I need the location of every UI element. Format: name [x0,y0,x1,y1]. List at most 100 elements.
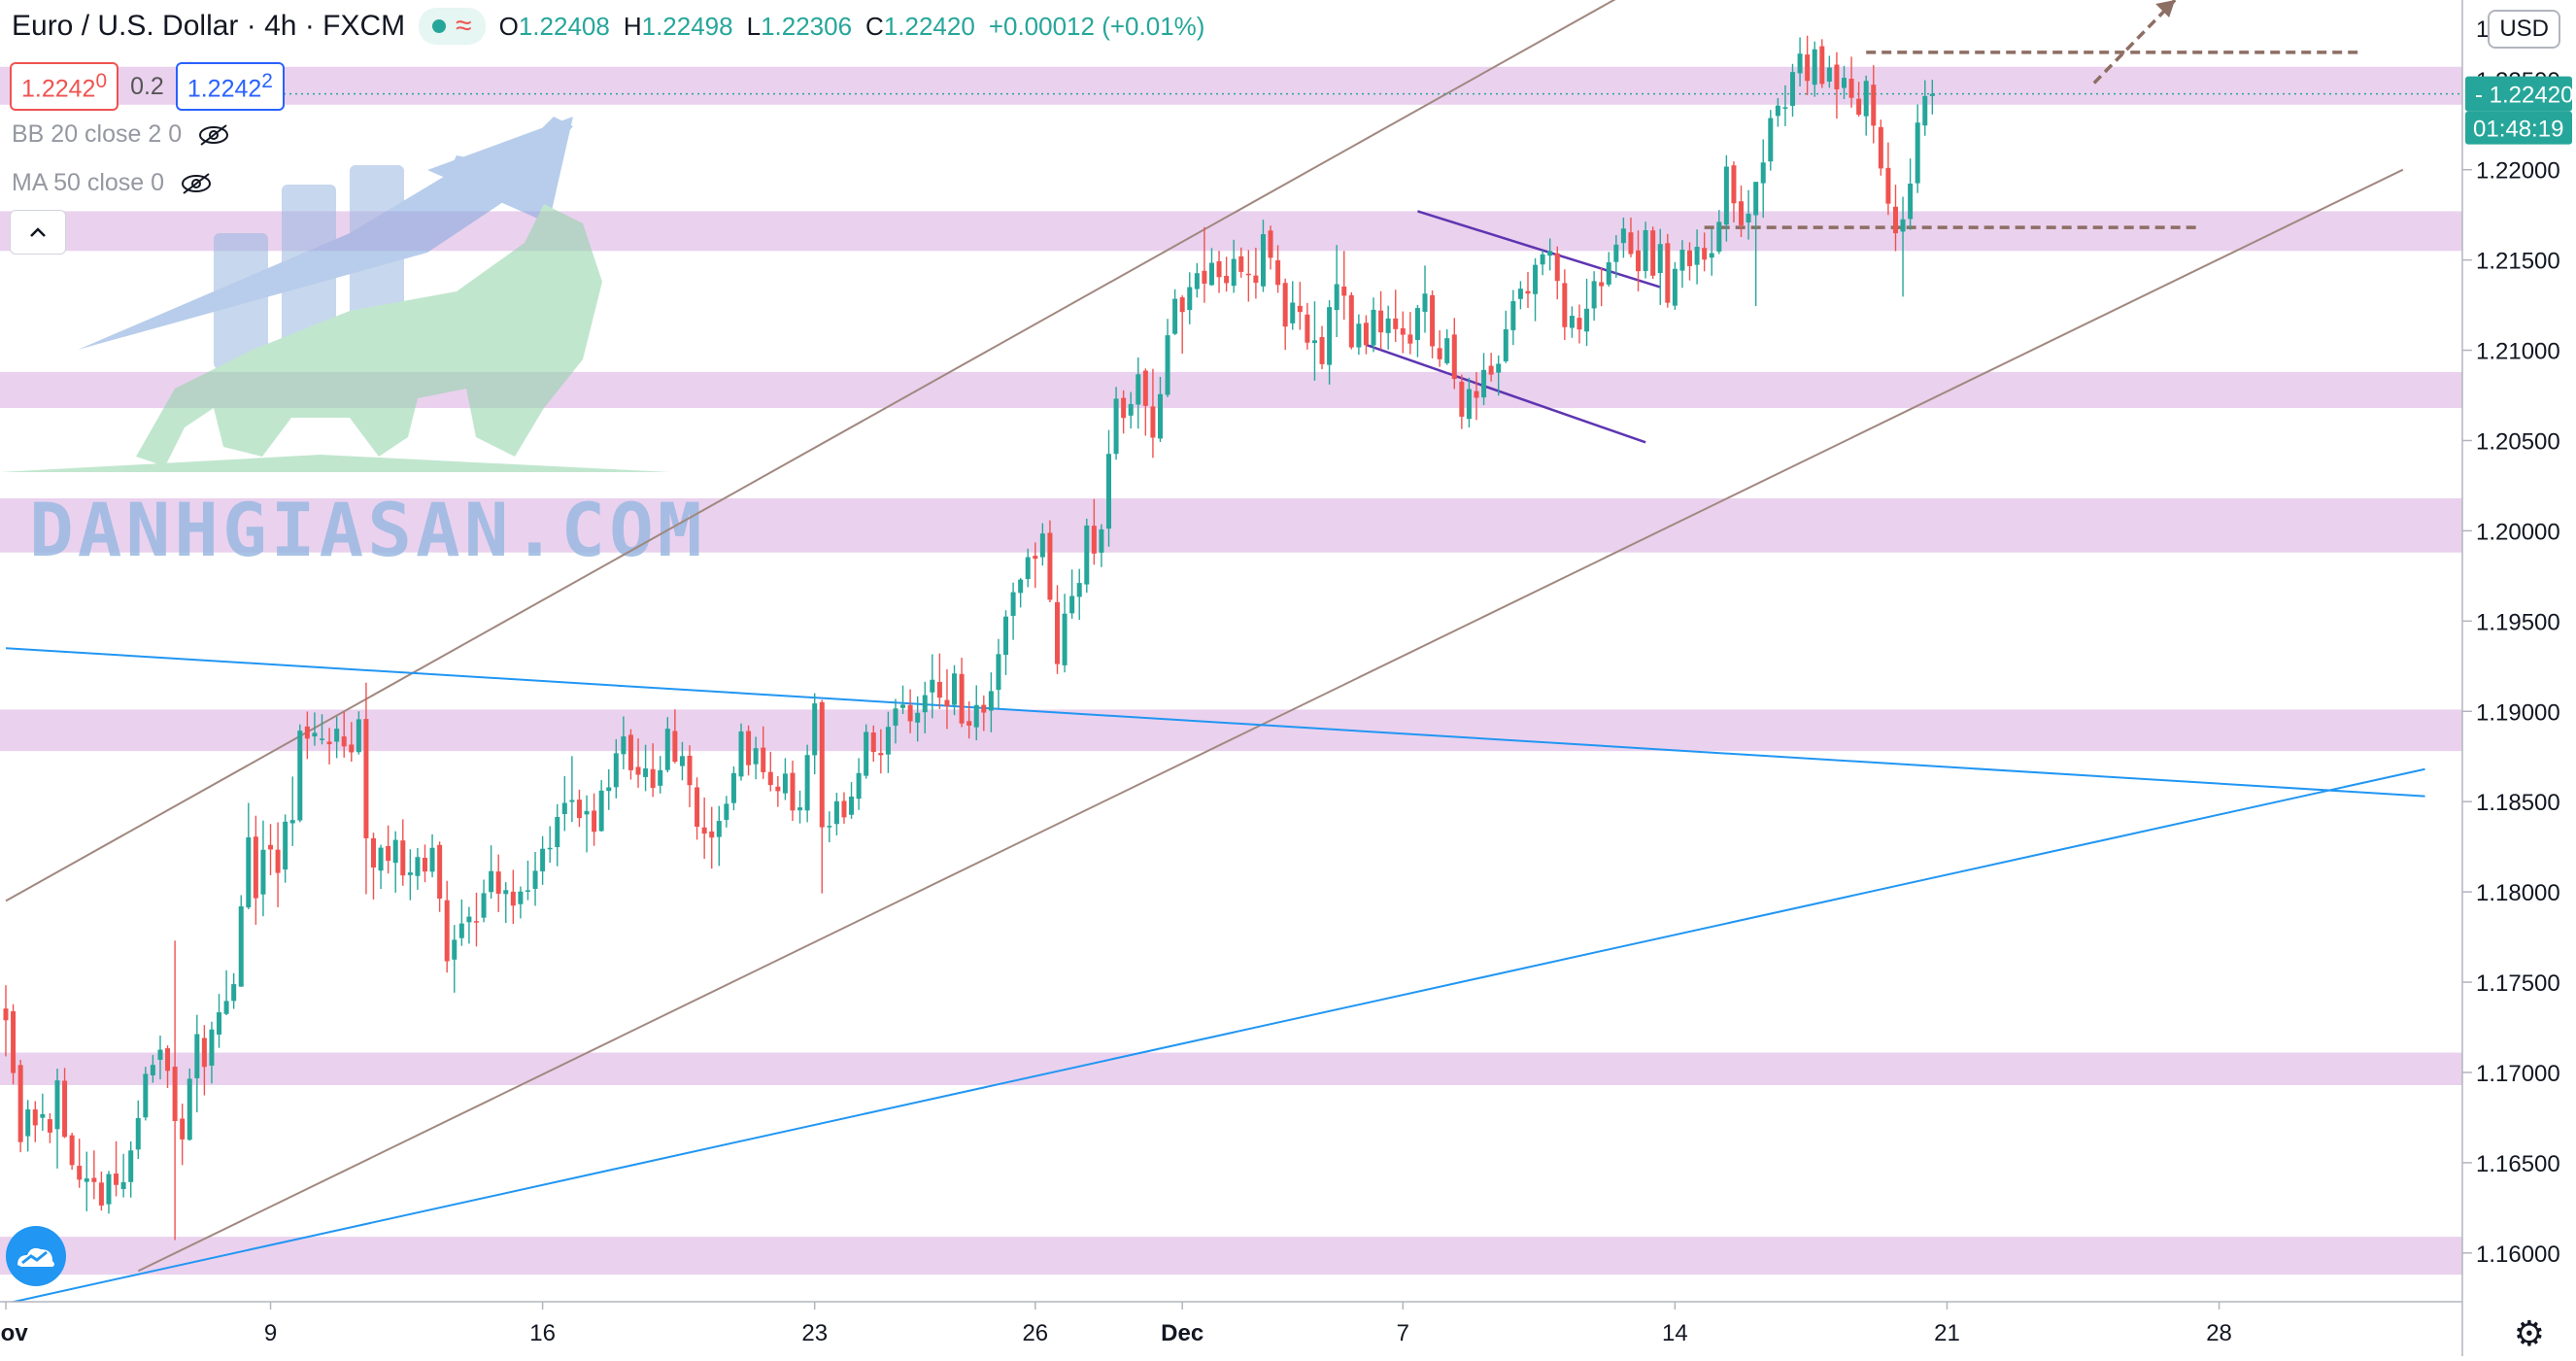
candle-body [320,738,325,740]
candle-body [981,704,987,713]
candle-body [532,870,538,889]
candle-body [1760,162,1766,184]
indicator-row-bb[interactable]: BB 20 close 2 0 [12,120,230,149]
candle-body [1687,250,1693,266]
candle-body [738,731,744,777]
candle-body [253,836,258,899]
candle-body [1106,454,1111,529]
symbol-legend[interactable]: Euro / U.S. Dollar · 4h · FXCM ≈ O1.2240… [12,8,1204,45]
candle-body [1172,298,1178,334]
candle-body [1863,81,1869,117]
candle-body [730,772,736,803]
candle-body [135,1117,141,1150]
candle-body [150,1065,155,1075]
price-chart[interactable]: DANHGIASAN.COM 1.16000 1.16500 1.17000 1.17… [0,0,2576,1356]
candle-body [209,1029,215,1066]
candle-body [973,704,979,728]
sell-price-button[interactable]: 1.22420 [10,62,119,112]
candle-body [17,1065,23,1142]
candle-body [1856,98,1862,116]
candle-body [194,1034,200,1078]
currency-selector[interactable]: USD [2488,10,2560,49]
candle-body [1636,250,1642,272]
buy-price-button[interactable]: 1.22422 [175,62,285,112]
candle-body [260,849,266,895]
candle-body [790,772,796,811]
ohlc-low: L1.22306 [746,11,853,41]
collapse-legend-button[interactable] [10,210,66,255]
candle-body [1202,270,1207,284]
candle-body [1451,334,1457,380]
candle-body [833,800,839,825]
candle-body [907,704,913,722]
candle-body [767,771,773,786]
trade-price-boxes: 1.22420 0.2 1.22422 [10,62,285,112]
price-tick-label: 1.19500 [2476,609,2560,635]
candle-body [695,787,700,828]
candle-body [1084,526,1090,585]
candle-body [1003,616,1009,656]
candle-body [1753,182,1759,216]
candle [11,1004,17,1085]
candle-body [930,679,935,693]
candle-body [1187,287,1193,311]
candle-body [841,800,847,818]
sr-zone-6 [0,1237,2462,1276]
candle-body [1466,389,1472,420]
candle-body [592,810,597,833]
symbol-title[interactable]: Euro / U.S. Dollar · 4h · FXCM [12,10,405,43]
candle-body [1341,286,1347,296]
exchange-label: FXCM [322,10,406,42]
candle-body [1790,72,1796,106]
candle-body [922,695,928,713]
candle-body [54,1080,60,1130]
candle-body [32,1109,38,1126]
candle-body [473,921,479,923]
candle-body [1047,532,1053,600]
ohlc-change: +0.00012 (+0.01%) [988,11,1205,41]
candle-body [1878,126,1883,169]
candle-body [503,890,509,895]
candle-body [650,768,656,789]
candle-body [1311,340,1317,344]
candle-body [1915,122,1920,184]
candle-body [1039,533,1045,558]
candle [864,724,869,779]
candle-body [1834,64,1840,89]
candle-body [812,703,818,756]
price-tick-label: 1.16000 [2476,1242,2560,1268]
candle-body [1282,283,1288,327]
candle-body [1208,262,1214,286]
candle-body [870,732,876,753]
ohlc-open: O1.22408 [498,11,610,41]
candle-body [1547,251,1553,256]
candle-body [1378,310,1384,333]
candle-body [1782,107,1788,109]
hidden-eye-icon[interactable] [197,123,230,147]
market-status-pill[interactable]: ≈ [419,8,486,45]
tradingview-logo[interactable] [6,1226,66,1286]
candle-body [510,891,516,906]
candle-body [466,916,472,923]
candle-body [1576,318,1582,330]
candle-body [996,654,1001,691]
candle-body [849,796,855,815]
gear-icon[interactable]: ⚙ [2514,1313,2545,1354]
price-tick-label: 1.21500 [2476,249,2560,275]
candle-body [429,847,435,872]
candle-body [658,769,663,786]
candle-body [1459,381,1465,417]
candle-body [679,756,685,766]
candle-body [378,847,384,871]
time-tick-label: 28 [2206,1320,2232,1346]
hidden-eye-icon[interactable] [180,172,213,195]
chart-canvas[interactable]: DANHGIASAN.COM 1.16000 1.16500 1.17000 1.17… [0,0,2576,1356]
candle-body [283,821,288,870]
indicator-row-ma[interactable]: MA 50 close 0 [12,169,213,197]
candle-body [1253,275,1259,284]
candle [143,1067,149,1121]
candle-body [1025,557,1031,580]
candle-body [415,857,421,876]
countdown-label: 01:48:19 [2473,117,2563,143]
candle [1643,221,1648,279]
